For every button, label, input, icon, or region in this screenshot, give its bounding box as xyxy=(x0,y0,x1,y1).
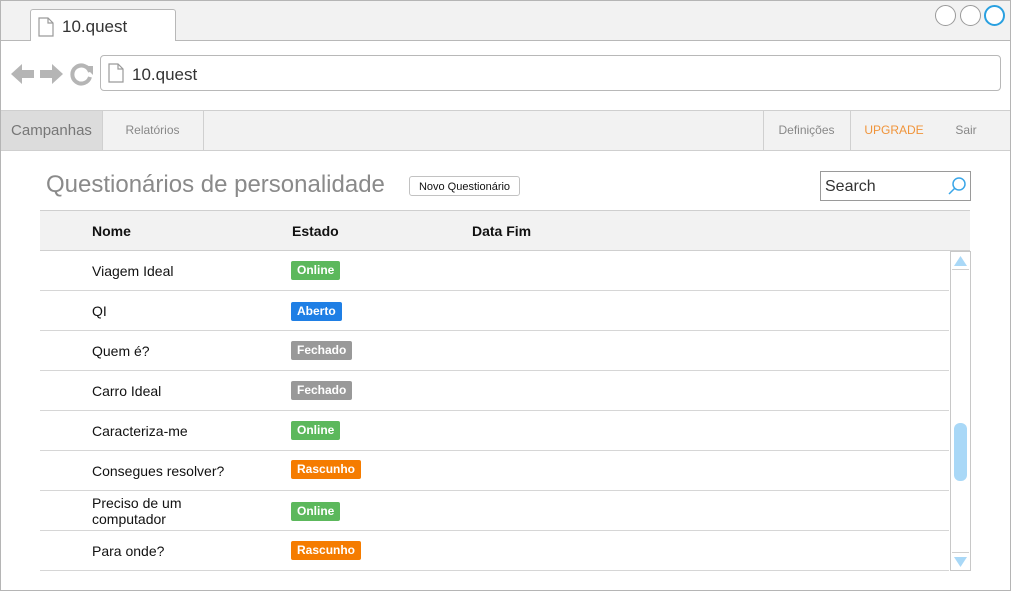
column-header-nome[interactable]: Nome xyxy=(92,223,131,239)
address-bar[interactable]: 10.quest xyxy=(100,55,1001,91)
column-header-estado[interactable]: Estado xyxy=(292,223,339,239)
nav-campanhas[interactable]: Campanhas xyxy=(1,111,102,150)
row-name: QI xyxy=(92,303,107,319)
row-name: Para onde? xyxy=(92,543,165,559)
nav-divider xyxy=(203,111,204,150)
status-badge: Online xyxy=(291,261,341,280)
status-badge: Rascunho xyxy=(291,460,362,479)
table-row[interactable]: QI Aberto xyxy=(40,291,949,331)
app-navigation: Campanhas Relatórios Definições UPGRADE … xyxy=(1,110,1010,151)
table-row[interactable]: Carro Ideal Fechado xyxy=(40,371,949,411)
table-row[interactable]: Quem é? Fechado xyxy=(40,331,949,371)
arrow-up-icon xyxy=(954,256,967,266)
reload-icon[interactable] xyxy=(70,63,93,86)
status-badge: Fechado xyxy=(291,341,353,360)
page-title: Questionários de personalidade xyxy=(46,171,385,198)
navigation-buttons xyxy=(10,61,94,92)
search-input[interactable]: Search xyxy=(820,171,971,201)
scroll-up-button[interactable] xyxy=(952,253,969,270)
scroll-down-button[interactable] xyxy=(952,552,969,569)
window-close-button[interactable] xyxy=(984,5,1005,26)
window-maximize-button[interactable] xyxy=(960,5,981,26)
browser-tab[interactable]: 10.quest xyxy=(30,9,176,41)
table-row[interactable]: Para onde? Rascunho xyxy=(40,531,949,571)
table-scrollbar[interactable] xyxy=(950,251,971,571)
nav-sair[interactable]: Sair xyxy=(938,111,994,150)
document-icon xyxy=(38,17,54,42)
back-arrow-icon[interactable] xyxy=(11,64,34,84)
row-name: Quem é? xyxy=(92,343,150,359)
nav-definicoes[interactable]: Definições xyxy=(763,111,850,150)
window-minimize-button[interactable] xyxy=(935,5,956,26)
column-header-data-fim[interactable]: Data Fim xyxy=(472,223,531,239)
table-row[interactable]: Viagem Ideal Online xyxy=(40,251,949,291)
table-header: Nome Estado Data Fim xyxy=(40,210,970,251)
row-name: Viagem Ideal xyxy=(92,263,174,279)
status-badge: Fechado xyxy=(291,381,353,400)
forward-arrow-icon[interactable] xyxy=(40,64,63,84)
row-name: Consegues resolver? xyxy=(92,463,225,479)
row-name: Preciso de um computador xyxy=(92,495,182,527)
search-icon[interactable] xyxy=(947,176,967,201)
search-placeholder: Search xyxy=(825,178,876,195)
new-questionnaire-button[interactable]: Novo Questionário xyxy=(409,176,520,196)
row-name: Caracteriza-me xyxy=(92,423,188,439)
status-badge: Online xyxy=(291,421,341,440)
table-row[interactable]: Preciso de um computador Online xyxy=(40,491,949,531)
nav-upgrade[interactable]: UPGRADE xyxy=(850,111,938,150)
page-icon xyxy=(108,63,124,88)
status-badge: Rascunho xyxy=(291,541,362,560)
scroll-thumb[interactable] xyxy=(954,423,967,481)
status-badge: Online xyxy=(291,502,341,521)
arrow-down-icon xyxy=(954,557,967,567)
status-badge: Aberto xyxy=(291,302,342,321)
table-row[interactable]: Caracteriza-me Online xyxy=(40,411,949,451)
row-name: Carro Ideal xyxy=(92,383,162,399)
url-text: 10.quest xyxy=(132,65,198,84)
tab-title: 10.quest xyxy=(62,17,128,36)
table-row[interactable]: Consegues resolver? Rascunho xyxy=(40,451,949,491)
nav-relatorios[interactable]: Relatórios xyxy=(102,111,203,150)
